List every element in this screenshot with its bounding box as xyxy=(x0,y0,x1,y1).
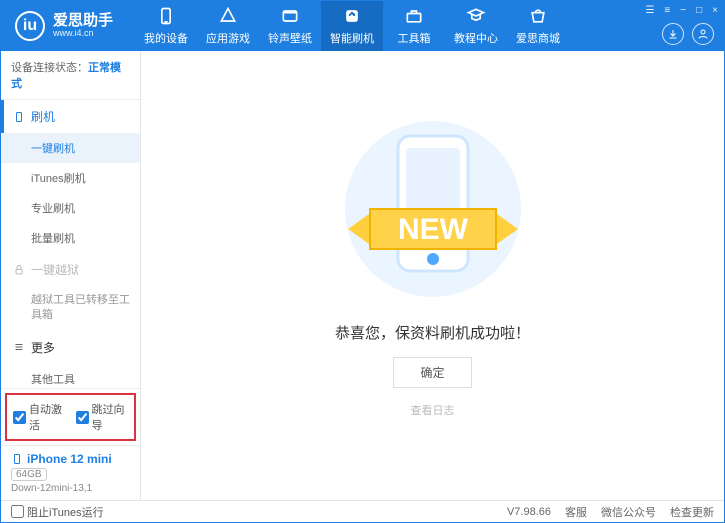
new-badge-text: NEW xyxy=(398,213,469,246)
checkbox-skip-guide[interactable]: 跳过向导 xyxy=(76,401,129,433)
titlebar: iu 爱思助手 www.i4.cn 我的设备 应用游戏 铃声壁纸 智能刷机 xyxy=(1,1,724,51)
success-illustration: NEW xyxy=(328,114,538,304)
app-url: www.i4.cn xyxy=(53,29,113,39)
main-content: NEW 恭喜您，保资料刷机成功啦！ 确定 查看日志 xyxy=(141,51,724,500)
sidebar-group-jailbreak[interactable]: 一键越狱 xyxy=(1,253,140,286)
customer-service-link[interactable]: 客服 xyxy=(565,504,587,520)
tab-my-device[interactable]: 我的设备 xyxy=(135,1,197,51)
check-update-link[interactable]: 检查更新 xyxy=(670,504,714,520)
statusbar: 阻止iTunes运行 V7.98.66 客服 微信公众号 检查更新 xyxy=(1,500,724,522)
download-button[interactable] xyxy=(662,23,684,45)
wechat-link[interactable]: 微信公众号 xyxy=(601,504,656,520)
sidebar-group-flash[interactable]: 刷机 xyxy=(1,100,140,133)
ok-button[interactable]: 确定 xyxy=(393,357,471,388)
tab-tutorials[interactable]: 教程中心 xyxy=(445,1,507,51)
device-identifier: Down-12mini-13,1 xyxy=(11,483,130,494)
group-label: 一键越狱 xyxy=(31,261,79,278)
group-label: 刷机 xyxy=(31,108,55,125)
app-name: 爱思助手 xyxy=(53,13,113,30)
app-window: iu 爱思助手 www.i4.cn 我的设备 应用游戏 铃声壁纸 智能刷机 xyxy=(0,0,725,523)
sidebar-item-pro-flash[interactable]: 专业刷机 xyxy=(1,193,140,223)
sidebar-item-oneclick-flash[interactable]: 一键刷机 xyxy=(1,133,140,163)
nav-tabs: 我的设备 应用游戏 铃声壁纸 智能刷机 工具箱 教程中心 xyxy=(135,1,569,51)
tab-label: 铃声壁纸 xyxy=(268,30,312,46)
device-panel[interactable]: iPhone 12 mini 64GB Down-12mini-13,1 xyxy=(1,445,140,500)
tab-ringtones[interactable]: 铃声壁纸 xyxy=(259,1,321,51)
checkbox-block-itunes[interactable]: 阻止iTunes运行 xyxy=(11,504,104,520)
window-controls: ☰ ≡ − □ × xyxy=(645,5,718,16)
tab-label: 教程中心 xyxy=(454,30,498,46)
tab-toolbox[interactable]: 工具箱 xyxy=(383,1,445,51)
tab-label: 工具箱 xyxy=(398,30,431,46)
user-button[interactable] xyxy=(692,23,714,45)
minimize-icon[interactable]: − xyxy=(680,5,686,16)
tab-store[interactable]: 爱思商城 xyxy=(507,1,569,51)
tab-label: 我的设备 xyxy=(144,30,188,46)
success-message: 恭喜您，保资料刷机成功啦！ xyxy=(335,322,530,343)
group-label: 更多 xyxy=(31,339,55,356)
sidebar-item-itunes-flash[interactable]: iTunes刷机 xyxy=(1,163,140,193)
device-name: iPhone 12 mini xyxy=(27,452,112,466)
checkbox-auto-activate[interactable]: 自动激活 xyxy=(13,401,66,433)
sidebar-item-batch-flash[interactable]: 批量刷机 xyxy=(1,223,140,253)
tab-label: 智能刷机 xyxy=(330,30,374,46)
jailbreak-note: 越狱工具已转移至工具箱 xyxy=(1,286,140,331)
sidebar-group-more[interactable]: 更多 xyxy=(1,331,140,364)
view-log-link[interactable]: 查看日志 xyxy=(411,402,455,418)
logo-icon: iu xyxy=(15,11,45,41)
tab-apps-games[interactable]: 应用游戏 xyxy=(197,1,259,51)
logo-area: iu 爱思助手 www.i4.cn xyxy=(1,11,127,41)
version-label: V7.98.66 xyxy=(507,506,551,518)
pin-icon[interactable]: ≡ xyxy=(664,5,670,16)
sidebar: 设备连接状态：正常模式 刷机 一键刷机 iTunes刷机 专业刷机 批量刷机 xyxy=(1,51,141,500)
tab-label: 应用游戏 xyxy=(206,30,250,46)
menu-icon[interactable]: ☰ xyxy=(645,5,654,16)
tab-label: 爱思商城 xyxy=(516,30,560,46)
sidebar-item-other-tools[interactable]: 其他工具 xyxy=(1,364,140,389)
close-icon[interactable]: × xyxy=(712,5,718,16)
connection-status: 设备连接状态：正常模式 xyxy=(1,51,140,100)
tab-smart-flash[interactable]: 智能刷机 xyxy=(321,1,383,51)
device-capacity: 64GB xyxy=(11,468,47,481)
maximize-icon[interactable]: □ xyxy=(696,5,702,16)
options-highlight-box: 自动激活 跳过向导 xyxy=(5,393,136,441)
